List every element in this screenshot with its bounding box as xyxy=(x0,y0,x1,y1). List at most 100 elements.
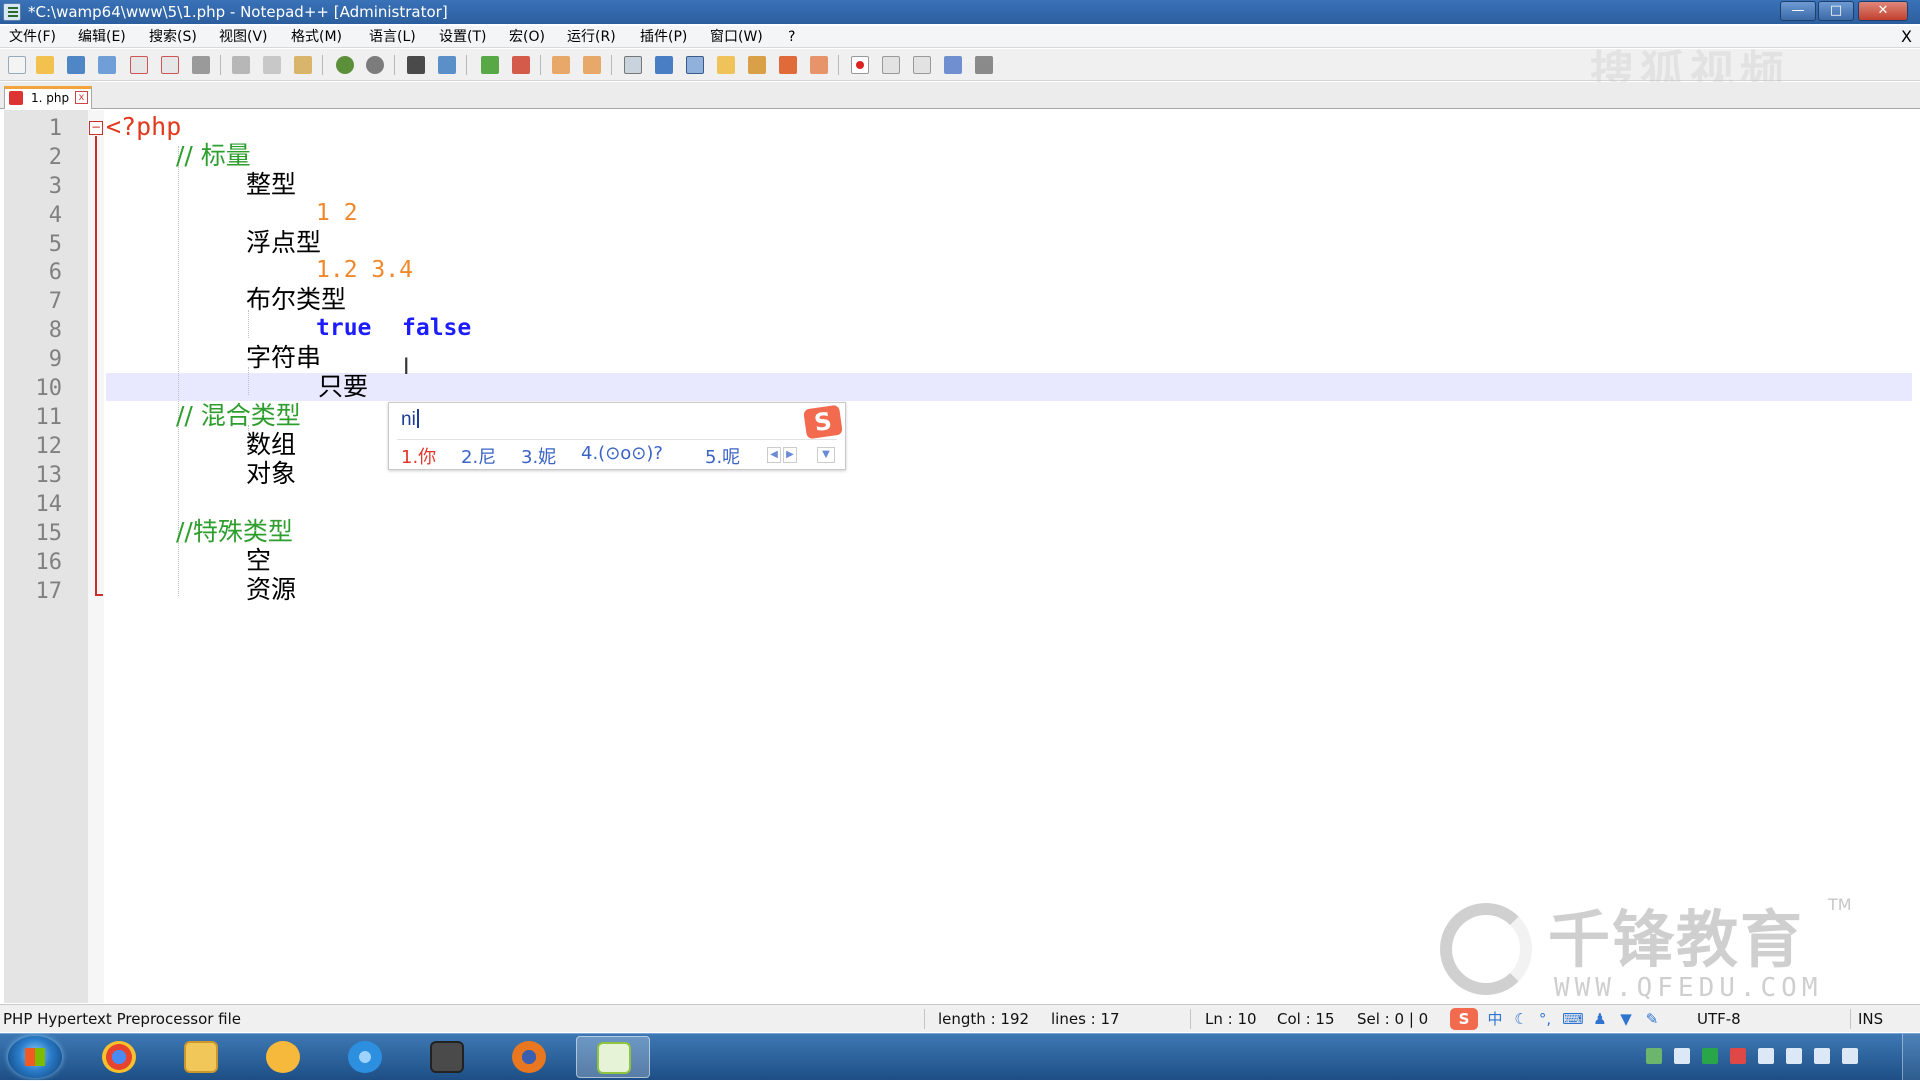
line-number: 16 xyxy=(35,550,63,575)
battery-icon[interactable] xyxy=(1758,1048,1774,1064)
menu-window[interactable]: 窗口(W) xyxy=(710,26,763,48)
show-all-chars-icon[interactable] xyxy=(655,56,673,74)
unsaved-file-icon xyxy=(9,91,23,105)
sync-h-icon[interactable] xyxy=(583,56,601,74)
keyboard-tray-icon[interactable] xyxy=(1674,1048,1690,1064)
menu-view[interactable]: 视图(V) xyxy=(219,26,268,48)
indent-guide-icon[interactable] xyxy=(686,56,704,74)
save-macro-icon[interactable] xyxy=(975,56,993,74)
save-icon[interactable] xyxy=(67,56,85,74)
open-file-icon[interactable] xyxy=(36,56,54,74)
redo-icon[interactable] xyxy=(366,56,384,74)
status-insert-mode[interactable]: INS xyxy=(1858,1005,1883,1033)
menu-file[interactable]: 文件(F) xyxy=(9,26,56,48)
doc-map-icon[interactable] xyxy=(748,56,766,74)
run-macro-multiple-icon[interactable] xyxy=(944,56,962,74)
maximize-button[interactable]: □ xyxy=(1818,1,1854,21)
cut-icon[interactable] xyxy=(232,56,250,74)
taskbar-ie[interactable] xyxy=(328,1036,402,1078)
status-encoding[interactable]: UTF-8 xyxy=(1697,1005,1741,1033)
close-icon[interactable] xyxy=(130,56,148,74)
line-number: 1 xyxy=(48,116,62,141)
flag-icon[interactable] xyxy=(1730,1048,1746,1064)
ime-candidate-4[interactable]: 4.(⊙o⊙)? xyxy=(581,443,663,464)
zoom-out-icon[interactable] xyxy=(512,56,530,74)
ime-candidate-2[interactable]: 2.尼 xyxy=(461,443,496,469)
undo-icon[interactable] xyxy=(336,56,354,74)
ime-input-text: ni xyxy=(401,409,416,430)
menu-settings[interactable]: 设置(T) xyxy=(439,26,486,48)
sogou-ime-icon[interactable]: S xyxy=(1450,1008,1478,1030)
word-wrap-icon[interactable] xyxy=(624,56,642,74)
ime-next-page-button[interactable]: ▶ xyxy=(783,447,797,463)
line-number: 5 xyxy=(48,232,62,257)
code-php-open-tag: <?php xyxy=(106,112,182,141)
menu-macro[interactable]: 宏(O) xyxy=(509,26,545,48)
wrench-icon[interactable]: ✎ xyxy=(1642,1008,1662,1030)
folder-workspace-icon[interactable] xyxy=(810,56,828,74)
ime-candidate-5[interactable]: 5.呢 xyxy=(705,443,740,469)
volume-icon[interactable] xyxy=(1814,1048,1830,1064)
minimize-button[interactable]: — xyxy=(1780,1,1816,21)
menu-plugins[interactable]: 插件(P) xyxy=(640,26,687,48)
find-icon[interactable] xyxy=(407,56,425,74)
menu-language[interactable]: 语言(L) xyxy=(369,26,416,48)
ime-candidate-1[interactable]: 1.你 xyxy=(401,443,436,469)
status-selection: Sel : 0 | 0 xyxy=(1357,1010,1429,1028)
menu-edit[interactable]: 编辑(E) xyxy=(78,26,126,48)
close-all-icon[interactable] xyxy=(161,56,179,74)
code-keyword: true xyxy=(316,315,372,341)
editor[interactable]: − 1 2 3 4 5 6 7 8 9 10 11 12 13 14 15 16… xyxy=(0,110,1920,1003)
replace-icon[interactable] xyxy=(438,56,456,74)
zoom-in-icon[interactable] xyxy=(481,56,499,74)
new-file-icon[interactable] xyxy=(8,56,26,74)
close-document-button[interactable]: X xyxy=(1901,26,1912,48)
copy-icon[interactable] xyxy=(263,56,281,74)
play-macro-icon[interactable] xyxy=(913,56,931,74)
function-list-icon[interactable] xyxy=(779,56,797,74)
notepad-plus-plus-icon[interactable] xyxy=(3,3,21,21)
sogou-logo-icon: S xyxy=(803,404,843,440)
user-icon[interactable]: ♟ xyxy=(1590,1008,1610,1030)
message-icon[interactable] xyxy=(1842,1048,1858,1064)
print-icon[interactable] xyxy=(192,56,210,74)
tab-close-button[interactable]: x xyxy=(75,91,88,104)
stop-record-icon[interactable] xyxy=(882,56,900,74)
keyboard-icon[interactable]: ⌨ xyxy=(1562,1008,1584,1030)
menu-format[interactable]: 格式(M) xyxy=(291,26,342,48)
tab-1-php[interactable]: 1. php x xyxy=(4,86,92,109)
record-macro-icon[interactable] xyxy=(851,56,869,74)
status-bar: PHP Hypertext Preprocessor file length :… xyxy=(0,1004,1920,1032)
paste-icon[interactable] xyxy=(294,56,312,74)
taskbar-explorer[interactable] xyxy=(164,1036,238,1078)
save-all-icon[interactable] xyxy=(98,56,116,74)
network-shield-icon[interactable] xyxy=(1646,1048,1662,1064)
shirt-icon[interactable]: ▼ xyxy=(1616,1008,1636,1030)
taskbar-firefox[interactable] xyxy=(492,1036,566,1078)
menu-search[interactable]: 搜索(S) xyxy=(149,26,197,48)
sync-v-icon[interactable] xyxy=(552,56,570,74)
taskbar-notepad-plus-plus[interactable] xyxy=(576,1036,650,1078)
taskbar-chrome[interactable] xyxy=(82,1036,156,1078)
monitor-icon[interactable] xyxy=(1786,1048,1802,1064)
ime-expand-button[interactable]: ▼ xyxy=(817,447,835,463)
fold-toggle-button[interactable]: − xyxy=(89,121,103,135)
ime-prev-page-button[interactable]: ◀ xyxy=(767,447,781,463)
start-button[interactable] xyxy=(8,1036,62,1078)
ime-candidate-3[interactable]: 3.妮 xyxy=(521,443,556,469)
line-number: 13 xyxy=(35,463,63,488)
line-number: 9 xyxy=(48,347,62,372)
menu-run[interactable]: 运行(R) xyxy=(567,26,616,48)
show-desktop-button[interactable] xyxy=(1902,1034,1920,1081)
menu-help[interactable]: ? xyxy=(788,26,795,48)
status-lines: lines : 17 xyxy=(1051,1010,1120,1028)
moon-icon[interactable]: ☾ xyxy=(1512,1008,1530,1030)
close-window-button[interactable]: ✕ xyxy=(1858,1,1908,21)
udl-icon[interactable] xyxy=(717,56,735,74)
taskbar-sublime[interactable] xyxy=(410,1036,484,1078)
green-app-icon[interactable] xyxy=(1702,1048,1718,1064)
ime-mode-toggle[interactable]: 中 xyxy=(1484,1008,1506,1030)
punctuation-icon[interactable]: °, xyxy=(1536,1008,1554,1030)
sublime-text-icon xyxy=(430,1041,464,1073)
taskbar-qq-pet[interactable] xyxy=(246,1036,320,1078)
